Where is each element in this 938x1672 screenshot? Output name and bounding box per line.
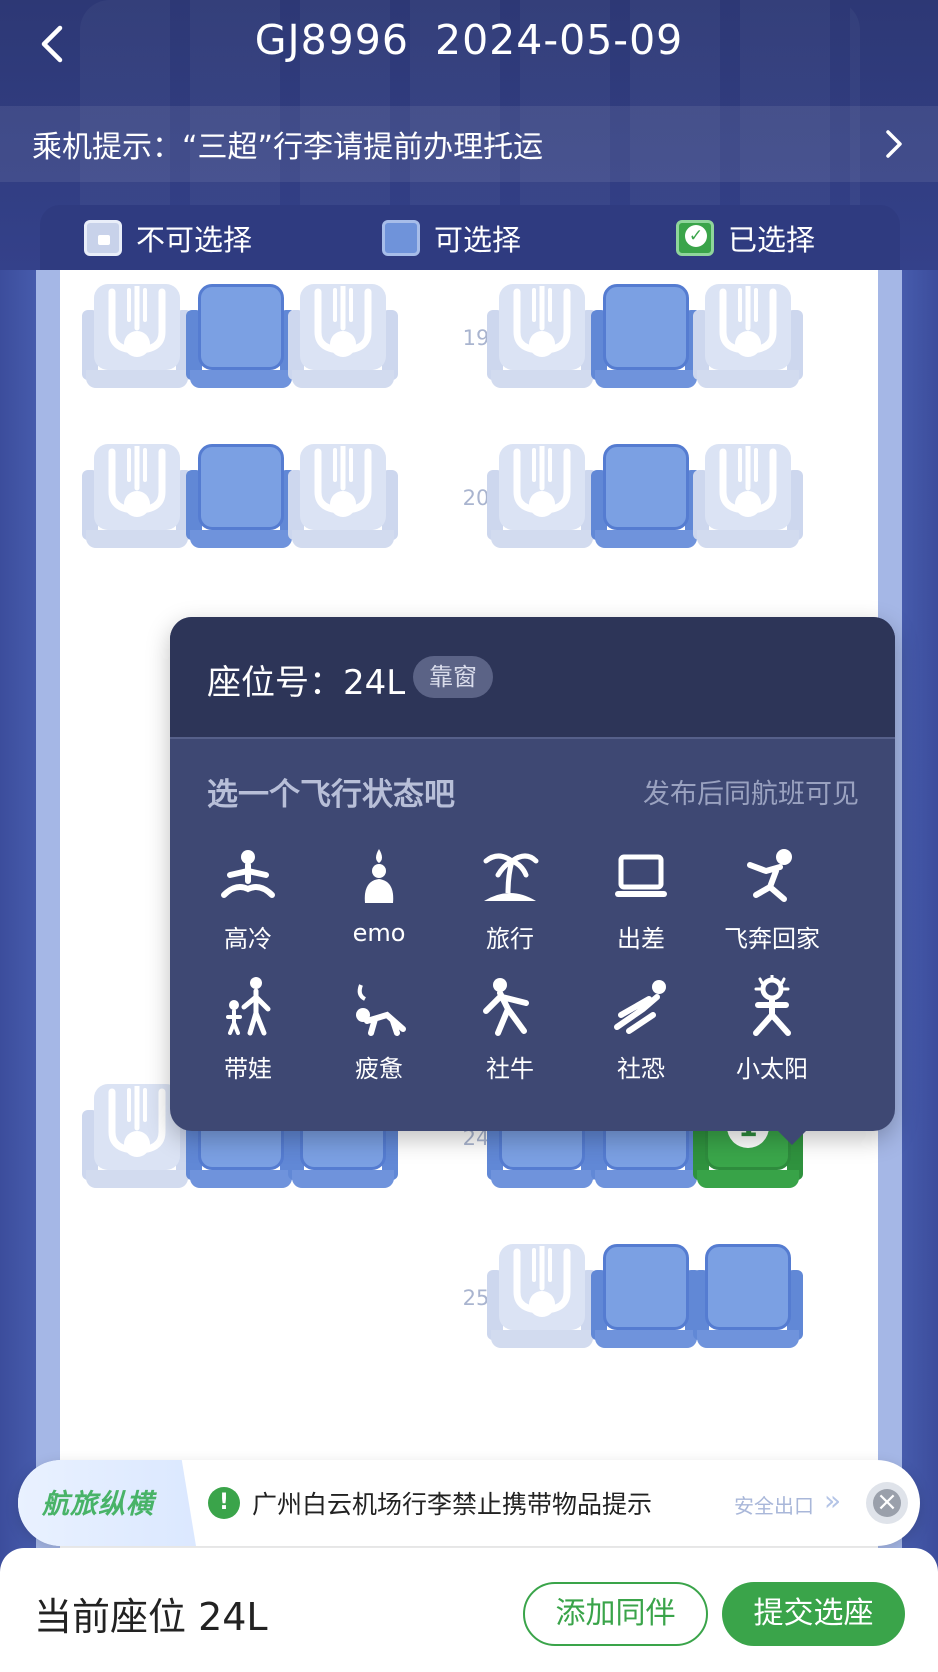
header: GJ8996 2024-05-09 乘机提示：“三超”行李请提前办理托运 不可选… [0,0,938,270]
seat-occupied [82,284,192,394]
window-seat-badge: 靠窗 [413,656,493,698]
status-option[interactable]: 社恐 [581,975,701,1095]
seat-occupied [487,1244,597,1354]
seat-number-value: 24L [343,663,406,703]
status-label: 旅行 [486,925,534,953]
flight-title: GJ8996 2024-05-09 [0,16,938,64]
available-seat-icon [382,219,420,256]
sunny-person-icon [753,975,791,1036]
alert-icon: ! [208,1487,240,1519]
status-option[interactable]: 小太阳 [712,975,832,1095]
laptop-icon [615,854,667,897]
boarding-notice[interactable]: 乘机提示：“三超”行李请提前办理托运 [0,106,938,182]
seat-available[interactable] [591,444,701,554]
popup-subtitle: 选一个飞行状态吧 [207,777,455,813]
running-icon [747,849,792,902]
notice-text: 乘机提示：“三超”行李请提前办理托运 [32,130,544,165]
add-companion-button[interactable]: 添加同伴 [523,1582,708,1646]
seat-number-prefix: 座位号： [207,663,343,703]
status-option[interactable]: 出差 [581,845,701,965]
status-label: 社恐 [617,1055,665,1083]
sad-sitting-icon [364,849,394,903]
seat-available[interactable] [693,1244,803,1354]
seat-occupied [487,444,597,554]
palm-island-icon [483,853,539,901]
seat-available[interactable] [186,444,296,554]
chevron-right-icon [886,130,902,158]
app-logo-text: 航旅纵横 [42,1489,154,1520]
status-option[interactable]: 疲惫 [319,975,439,1095]
status-option[interactable]: 飞奔回家 [712,845,832,965]
seat-status-popup: 座位号：24L 靠窗 选一个飞行状态吧 发布后同航班可见 高冷 emo 旅行 出差 飞奔… [170,617,895,1145]
seat-row: 25 [60,1244,878,1354]
legend-label: 不可选择 [136,222,253,257]
status-label: 社牛 [486,1055,534,1083]
confident-pose-icon [483,978,529,1036]
hiding-icon [614,980,666,1034]
current-seat-label: 当前座位 24L [34,1595,268,1639]
airport-notice-banner[interactable]: 航旅纵横 ! 广州白云机场行李禁止携带物品提示 安全出口 » [18,1460,920,1546]
footer-bar: 当前座位 24L 添加同伴 提交选座 [0,1548,938,1672]
flight-number: GJ8996 [254,16,409,64]
status-label: 出差 [617,925,665,953]
status-label: 高冷 [224,925,272,953]
submit-seat-button[interactable]: 提交选座 [722,1582,905,1646]
popup-header: 座位号：24L 靠窗 [170,617,895,739]
status-label: 飞奔回家 [724,925,820,953]
seat-legend: 不可选择 可选择 已选择 [40,205,900,270]
seat-number-label: 座位号：24L [207,655,405,704]
popup-pointer [776,1129,808,1145]
status-option[interactable]: 带娃 [188,975,308,1095]
seat-row: 19 [60,284,878,394]
seat-occupied [288,444,398,554]
status-option[interactable]: emo [319,845,439,965]
cabin-wall-left [36,270,60,1560]
seat-occupied [487,284,597,394]
seat-occupied [82,444,192,554]
locked-seat-icon [84,219,122,256]
legend-label: 已选择 [728,222,816,257]
status-label: 小太阳 [736,1055,808,1083]
selected-seat-icon [676,219,714,256]
safety-exit-label: 安全出口 [734,1494,814,1518]
status-label: 疲惫 [355,1055,403,1083]
parent-child-icon [226,977,271,1036]
seat-row: 20 [60,444,878,554]
seat-available[interactable] [186,284,296,394]
status-option[interactable]: 旅行 [450,845,570,965]
legend-item-available: 可选择 [382,217,521,259]
seat-occupied [693,284,803,394]
app-logo: 航旅纵横 [18,1460,196,1546]
popup-hint: 发布后同航班可见 [643,779,859,810]
status-option[interactable]: 社牛 [450,975,570,1095]
status-label: 带娃 [224,1055,272,1083]
exhausted-icon [356,984,406,1036]
status-option[interactable]: 高冷 [188,845,308,965]
banner-text: 广州白云机场行李禁止携带物品提示 [252,1490,653,1519]
seat-occupied [693,444,803,554]
seat-occupied [288,284,398,394]
close-icon[interactable] [866,1482,908,1524]
seat-available[interactable] [591,284,701,394]
legend-item-selected: 已选择 [676,217,815,259]
double-chevron-icon: » [824,1484,842,1517]
meditation-icon [221,850,275,898]
flight-date: 2024-05-09 [434,16,684,64]
legend-item-locked: 不可选择 [84,217,252,259]
legend-label: 可选择 [434,222,522,257]
seat-available[interactable] [591,1244,701,1354]
status-label: emo [352,919,406,947]
